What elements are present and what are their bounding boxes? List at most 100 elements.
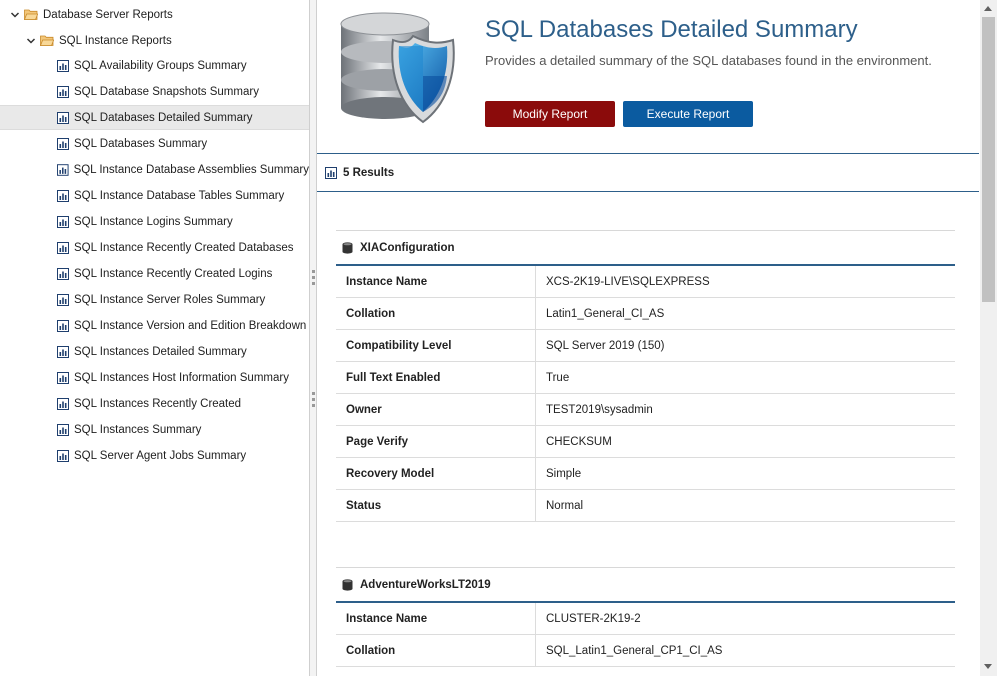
property-value: Simple [546, 467, 582, 480]
report-chart-icon [57, 59, 69, 72]
database-icon [342, 241, 353, 254]
property-row: Full Text Enabled True [336, 362, 955, 394]
database-icon [342, 578, 353, 591]
report-chart-icon [57, 241, 69, 254]
property-value: Latin1_General_CI_AS [546, 307, 665, 320]
property-value: SQL_Latin1_General_CP1_CI_AS [546, 644, 723, 657]
property-row: Owner TEST2019\sysadmin [336, 394, 955, 426]
report-chart-icon [57, 371, 69, 384]
report-chart-icon [57, 137, 69, 150]
tree-report-item[interactable]: SQL Database Snapshots Summary [0, 79, 309, 104]
pane-splitter[interactable] [309, 0, 317, 676]
tree-report-item[interactable]: SQL Instances Host Information Summary [0, 365, 309, 390]
tree-report-item[interactable]: SQL Instance Database Tables Summary [0, 183, 309, 208]
report-chart-icon [57, 423, 69, 436]
property-key: Status [336, 490, 536, 521]
report-chart-icon [57, 449, 69, 462]
property-key: Collation [336, 298, 536, 329]
tree-report-item[interactable]: SQL Databases Detailed Summary [0, 105, 309, 130]
tree-report-label: SQL Instances Recently Created [74, 397, 242, 410]
property-value: XCS-2K19-LIVE\SQLEXPRESS [546, 275, 710, 288]
folder-open-icon [24, 9, 38, 20]
tree-report-label: SQL Instances Summary [74, 423, 202, 436]
tree-report-label: SQL Instance Version and Edition Breakdo… [74, 319, 307, 332]
execute-report-button[interactable]: Execute Report [623, 101, 753, 127]
tree-report-label: SQL Instance Database Assemblies Summary [73, 163, 309, 176]
tree-report-label: SQL Server Agent Jobs Summary [74, 449, 247, 462]
splitter-grip-icon [312, 270, 315, 273]
property-value: SQL Server 2019 (150) [546, 339, 665, 352]
property-row: Instance Name CLUSTER-2K19-2 [336, 603, 955, 635]
tree-report-label: SQL Instances Detailed Summary [74, 345, 247, 358]
database-shield-icon [340, 12, 455, 124]
property-row: Collation Latin1_General_CI_AS [336, 298, 955, 330]
tree-report-item[interactable]: SQL Instance Recently Created Logins [0, 261, 309, 286]
property-key: Instance Name [336, 603, 536, 634]
tree-node-database-server-reports[interactable]: Database Server Reports [0, 2, 309, 27]
divider [317, 191, 979, 192]
tree-report-label: SQL Instances Host Information Summary [74, 371, 289, 384]
property-value: CHECKSUM [546, 435, 612, 448]
tree-report-item[interactable]: SQL Instances Recently Created [0, 391, 309, 416]
tree-node-sql-instance-reports[interactable]: SQL Instance Reports [0, 28, 309, 53]
tree-node-label: Database Server Reports [43, 8, 173, 21]
tree-report-item[interactable]: SQL Instance Recently Created Databases [0, 235, 309, 260]
chevron-down-icon[interactable] [26, 36, 36, 46]
tree-report-item[interactable]: SQL Instances Summary [0, 417, 309, 442]
property-row: Instance Name XCS-2K19-LIVE\SQLEXPRESS [336, 266, 955, 298]
database-header: AdventureWorksLT2019 [336, 567, 955, 603]
tree-report-label: SQL Instance Recently Created Logins [74, 267, 273, 280]
tree-report-item[interactable]: SQL Server Agent Jobs Summary [0, 443, 309, 468]
tree-report-item[interactable]: SQL Instances Detailed Summary [0, 339, 309, 364]
property-row: Status Normal [336, 490, 955, 522]
tree-report-item[interactable]: SQL Instance Logins Summary [0, 209, 309, 234]
report-chart-icon [325, 167, 337, 179]
folder-open-icon [40, 35, 54, 46]
scroll-down-arrow-icon[interactable] [984, 664, 992, 669]
report-chart-icon [57, 215, 69, 228]
property-key: Collation [336, 635, 536, 666]
report-chart-icon [57, 111, 69, 124]
property-row: Page Verify CHECKSUM [336, 426, 955, 458]
report-chart-icon [57, 345, 69, 358]
tree-report-label: SQL Availability Groups Summary [74, 59, 247, 72]
tree-report-label: SQL Instance Recently Created Databases [74, 241, 294, 254]
tree-report-item[interactable]: SQL Databases Summary [0, 131, 309, 156]
property-row: Collation SQL_Latin1_General_CP1_CI_AS [336, 635, 955, 667]
report-chart-icon [57, 267, 69, 280]
property-row: Recovery Model Simple [336, 458, 955, 490]
results-count: 5 Results [343, 167, 395, 179]
database-section: XIAConfiguration Instance Name XCS-2K19-LI… [336, 230, 955, 522]
report-chart-icon [57, 163, 69, 176]
property-key: Compatibility Level [336, 330, 536, 361]
database-section: AdventureWorksLT2019 Instance Name CLUSTER… [336, 567, 955, 667]
tree-report-label: SQL Instance Logins Summary [74, 215, 233, 228]
report-detail-pane: SQL Databases Detailed Summary Provides … [317, 0, 980, 676]
tree-node-label: SQL Instance Reports [59, 34, 172, 47]
property-value: True [546, 371, 570, 384]
property-key: Owner [336, 394, 536, 425]
scroll-thumb[interactable] [982, 17, 995, 302]
report-tree: Database Server Reports SQL Instance Rep… [0, 0, 309, 676]
tree-report-label: SQL Instance Database Tables Summary [74, 189, 285, 202]
tree-report-label: SQL Databases Detailed Summary [74, 111, 253, 124]
report-description: Provides a detailed summary of the SQL d… [485, 53, 932, 68]
database-header: XIAConfiguration [336, 230, 955, 266]
report-chart-icon [57, 293, 69, 306]
database-name: XIAConfiguration [360, 241, 455, 254]
report-chart-icon [57, 397, 69, 410]
tree-report-item[interactable]: SQL Instance Version and Edition Breakdo… [0, 313, 309, 338]
tree-report-label: SQL Databases Summary [74, 137, 208, 150]
property-key: Recovery Model [336, 458, 536, 489]
tree-report-label: SQL Instance Server Roles Summary [74, 293, 266, 306]
tree-report-item[interactable]: SQL Instance Database Assemblies Summary [0, 157, 309, 182]
results-header: 5 Results [317, 155, 979, 191]
tree-report-item[interactable]: SQL Availability Groups Summary [0, 53, 309, 78]
scroll-up-arrow-icon[interactable] [984, 6, 992, 11]
tree-report-item[interactable]: SQL Instance Server Roles Summary [0, 287, 309, 312]
property-value: TEST2019\sysadmin [546, 403, 653, 416]
chevron-down-icon[interactable] [10, 10, 20, 20]
property-key: Instance Name [336, 266, 536, 297]
modify-report-button[interactable]: Modify Report [485, 101, 615, 127]
vertical-scrollbar[interactable] [980, 0, 997, 676]
